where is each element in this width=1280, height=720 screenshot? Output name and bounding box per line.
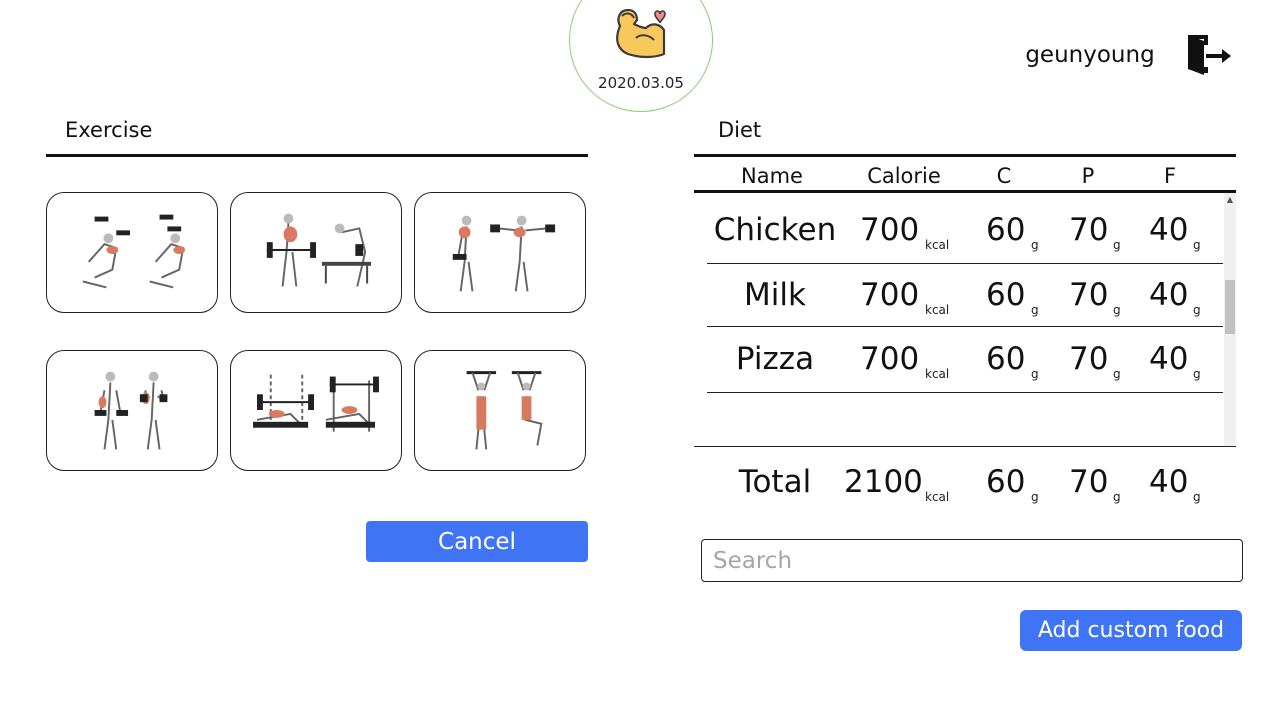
food-fat: 40	[1149, 277, 1189, 313]
column-header-carbs: C	[996, 164, 1012, 188]
cancel-button[interactable]: Cancel	[366, 521, 588, 562]
gram-unit: g	[1193, 303, 1201, 317]
add-custom-food-button[interactable]: Add custom food	[1020, 610, 1242, 651]
exercise-card-bench-press[interactable]	[230, 350, 402, 471]
gram-unit: g	[1113, 490, 1121, 504]
total-calorie: 2100	[844, 464, 923, 500]
flexed-arm-heart-icon	[616, 8, 666, 59]
exercise-image	[253, 374, 379, 432]
food-fat: 40	[1149, 212, 1189, 248]
gram-unit: g	[1193, 490, 1201, 504]
username-label: geunyoung	[1025, 42, 1155, 68]
table-row[interactable]: Pizza 700 kcal 60 g 70 g 40 g	[707, 327, 1223, 393]
table-row[interactable]: Milk 700 kcal 60 g 70 g 40 g	[707, 263, 1223, 327]
exercise-image	[266, 213, 372, 287]
exercise-image	[94, 371, 168, 450]
total-divider	[694, 446, 1236, 447]
exercise-card-hanging-leg-raise[interactable]	[414, 350, 586, 471]
table-row[interactable]: Chicken 700 kcal 60 g 70 g 40 g	[707, 198, 1223, 264]
kcal-unit: kcal	[925, 367, 950, 381]
column-header-protein: P	[1081, 164, 1095, 188]
exercise-image	[452, 215, 556, 292]
diet-title: Diet	[718, 118, 762, 142]
exercise-title: Exercise	[65, 118, 153, 142]
food-calorie: 700	[860, 277, 920, 313]
food-name: Chicken	[713, 212, 837, 248]
food-calorie: 700	[860, 341, 920, 377]
food-protein: 70	[1069, 277, 1109, 313]
diet-divider	[694, 154, 1236, 157]
total-row: Total 2100 kcal 60 g 70 g 40 g	[694, 455, 1236, 515]
food-calorie: 700	[860, 212, 920, 248]
food-fat: 40	[1149, 341, 1189, 377]
kcal-unit: kcal	[925, 303, 950, 317]
gram-unit: g	[1031, 303, 1039, 317]
gram-unit: g	[1113, 238, 1121, 252]
total-label: Total	[738, 464, 812, 500]
gram-unit: g	[1031, 238, 1039, 252]
exercise-image	[466, 371, 543, 450]
food-search-input[interactable]	[701, 539, 1243, 582]
exercise-divider	[46, 154, 588, 157]
food-name: Milk	[744, 277, 806, 313]
food-protein: 70	[1069, 341, 1109, 377]
food-list[interactable]: Chicken 700 kcal 60 g 70 g 40 g Milk 700…	[694, 193, 1236, 446]
total-carbs: 60	[986, 464, 1026, 500]
gram-unit: g	[1031, 490, 1039, 504]
food-protein: 70	[1069, 212, 1109, 248]
column-header-name: Name	[741, 164, 803, 188]
column-header-calorie: Calorie	[867, 164, 941, 188]
exercise-card-incline-fly[interactable]	[46, 192, 218, 313]
total-protein: 70	[1069, 464, 1109, 500]
logout-door-icon[interactable]	[1186, 33, 1232, 77]
current-date: 2020.03.05	[598, 74, 684, 92]
food-carbs: 60	[986, 212, 1026, 248]
food-name: Pizza	[735, 341, 815, 377]
scroll-up-arrow-icon[interactable]: ▲	[1225, 195, 1235, 205]
gram-unit: g	[1113, 303, 1121, 317]
gram-unit: g	[1193, 367, 1201, 381]
total-fat: 40	[1149, 464, 1189, 500]
gram-unit: g	[1113, 367, 1121, 381]
kcal-unit: kcal	[925, 490, 950, 504]
exercise-card-dumbbell-curl[interactable]	[46, 350, 218, 471]
kcal-unit: kcal	[925, 238, 950, 252]
scrollbar-thumb[interactable]	[1225, 280, 1235, 334]
exercise-card-lateral-raise[interactable]	[414, 192, 586, 313]
gram-unit: g	[1193, 238, 1201, 252]
exercise-card-barbell-row[interactable]	[230, 192, 402, 313]
food-carbs: 60	[986, 277, 1026, 313]
exercise-image	[82, 214, 186, 289]
column-header-fat: F	[1163, 164, 1177, 188]
gram-unit: g	[1031, 367, 1039, 381]
food-carbs: 60	[986, 341, 1026, 377]
